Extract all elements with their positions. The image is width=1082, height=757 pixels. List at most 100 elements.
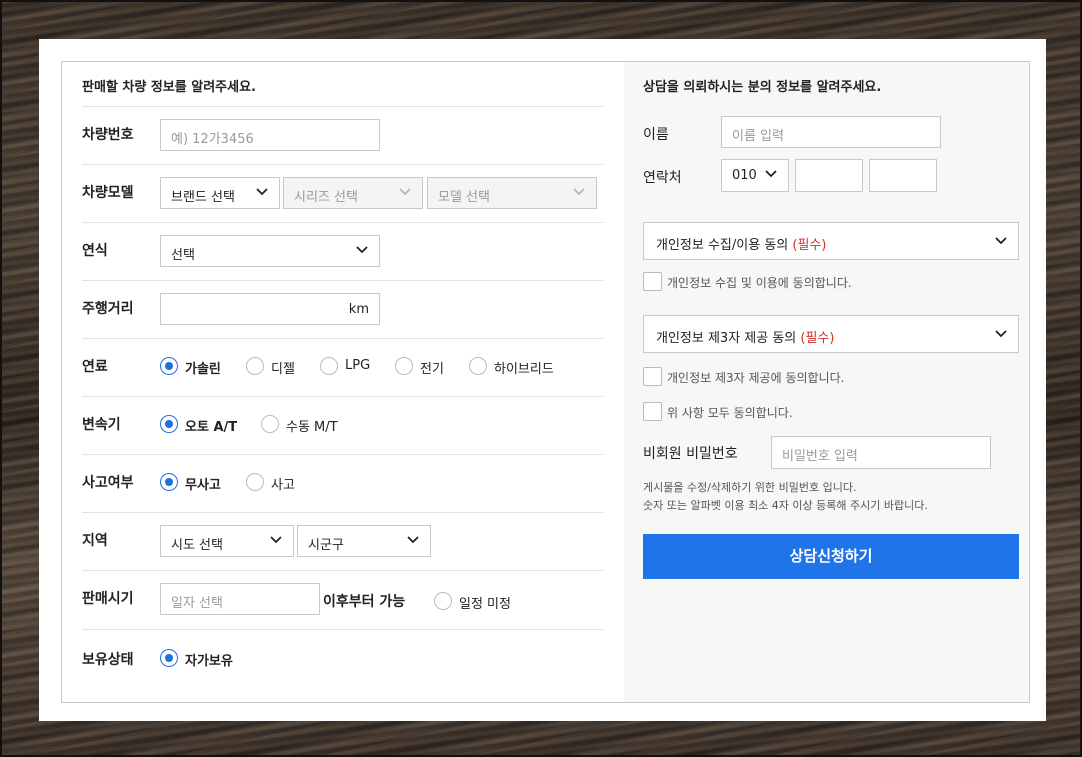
plate-placeholder: 예) 12가3456 <box>171 132 254 147</box>
sale-undecided-label: 일정 미정 <box>459 597 511 612</box>
chevron-down-icon <box>765 170 777 178</box>
divider <box>82 164 603 165</box>
sale-date-placeholder: 일자 선택 <box>171 596 223 611</box>
privacy-collect-title: 개인정보 수집/이용 동의 (필수) <box>656 234 826 253</box>
required-badge: (필수) <box>800 331 835 346</box>
name-label: 이름 <box>643 127 669 143</box>
password-label: 비회원 비밀번호 <box>643 446 738 462</box>
privacy-thirdparty-title-text: 개인정보 제3자 제공 동의 <box>656 331 797 346</box>
series-select-value: 시리즈 선택 <box>294 190 358 205</box>
sale-undecided-radio[interactable] <box>434 592 452 610</box>
privacy-collect-check-label: 개인정보 수집 및 이용에 동의합니다. <box>667 276 852 290</box>
plate-label: 차량번호 <box>82 127 134 143</box>
consult-form-panel: 판매할 차량 정보를 알려주세요. 차량번호 예) 12가3456 차량모델 브… <box>61 61 1030 703</box>
transmission-radio-auto[interactable] <box>160 415 178 433</box>
divider <box>82 280 603 281</box>
password-input[interactable]: 비밀번호 입력 <box>771 436 991 469</box>
contact-info-section: 상담을 의뢰하시는 분의 정보를 알려주세요. 이름 이름 입력 연락처 010… <box>624 62 1029 702</box>
model-select-value: 모델 선택 <box>438 190 490 205</box>
fuel-radio-hybrid[interactable] <box>469 357 487 375</box>
fuel-radio-lpg[interactable] <box>320 357 338 375</box>
divider <box>82 512 603 513</box>
password-note-1: 게시물을 수정/삭제하기 위한 비밀번호 입니다. <box>643 481 857 494</box>
fuel-radio-gasoline[interactable] <box>160 357 178 375</box>
accident-radio-none[interactable] <box>160 473 178 491</box>
phone-prefix-select[interactable]: 010 <box>721 159 789 192</box>
form-card: 판매할 차량 정보를 알려주세요. 차량번호 예) 12가3456 차량모델 브… <box>39 39 1046 721</box>
privacy-collect-checkbox[interactable] <box>643 272 662 291</box>
mileage-label: 주행거리 <box>82 301 134 317</box>
privacy-thirdparty-title: 개인정보 제3자 제공 동의 (필수) <box>656 327 835 346</box>
chevron-down-icon <box>270 536 282 544</box>
chevron-down-icon <box>995 237 1007 245</box>
ownership-label: 보유상태 <box>82 652 134 668</box>
accident-radio-yes[interactable] <box>246 473 264 491</box>
password-placeholder: 비밀번호 입력 <box>782 449 858 464</box>
divider <box>82 338 603 339</box>
transmission-option-label: 오토 A/T <box>185 420 238 435</box>
region-label: 지역 <box>82 533 108 549</box>
plate-input[interactable]: 예) 12가3456 <box>160 119 380 151</box>
name-placeholder: 이름 입력 <box>732 129 784 144</box>
fuel-option-label: 하이브리드 <box>494 362 554 377</box>
required-badge: (필수) <box>792 238 827 253</box>
fuel-option-label: 디젤 <box>271 362 295 377</box>
series-select[interactable]: 시리즈 선택 <box>283 177 423 209</box>
year-select[interactable]: 선택 <box>160 235 380 267</box>
agree-all-label: 위 사항 모두 동의합니다. <box>667 406 793 420</box>
sale-date-input[interactable]: 일자 선택 <box>160 583 320 615</box>
fuel-option-label: 전기 <box>420 362 444 377</box>
vehicle-info-section: 판매할 차량 정보를 알려주세요. 차량번호 예) 12가3456 차량모델 브… <box>62 62 623 702</box>
privacy-thirdparty-check-label: 개인정보 제3자 제공에 동의합니다. <box>667 371 845 385</box>
fuel-label: 연료 <box>82 359 108 375</box>
fuel-radio-diesel[interactable] <box>246 357 264 375</box>
brand-select[interactable]: 브랜드 선택 <box>160 177 280 209</box>
password-note-2: 숫자 또는 알파벳 이용 최소 4자 이상 등록해 주시기 바랍니다. <box>643 499 928 512</box>
phone-prefix-value: 010 <box>732 168 757 183</box>
chevron-down-icon <box>356 246 368 254</box>
vehicle-section-title: 판매할 차량 정보를 알려주세요. <box>82 80 256 95</box>
chevron-down-icon <box>573 188 585 195</box>
phone-last-input[interactable] <box>869 159 937 192</box>
chevron-down-icon <box>399 188 411 195</box>
brand-select-value: 브랜드 선택 <box>171 190 235 205</box>
mileage-input[interactable]: km <box>160 293 380 325</box>
sigungu-select-value: 시군구 <box>308 538 344 553</box>
divider <box>82 629 603 630</box>
ownership-option-label: 자가보유 <box>185 654 233 669</box>
phone-label: 연락처 <box>643 170 682 186</box>
privacy-collect-accordion[interactable]: 개인정보 수집/이용 동의 (필수) <box>643 222 1019 260</box>
submit-consult-button[interactable]: 상담신청하기 <box>643 534 1019 579</box>
accident-option-label: 무사고 <box>185 478 221 493</box>
fuel-option-label: 가솔린 <box>185 362 221 377</box>
fuel-radio-electric[interactable] <box>395 357 413 375</box>
sido-select[interactable]: 시도 선택 <box>160 525 294 557</box>
sale-after-text: 이후부터 가능 <box>323 594 406 610</box>
transmission-option-label: 수동 M/T <box>286 420 338 435</box>
year-label: 연식 <box>82 243 108 259</box>
model-label: 차량모델 <box>82 185 134 201</box>
transmission-radio-manual[interactable] <box>261 415 279 433</box>
sigungu-select[interactable]: 시군구 <box>297 525 431 557</box>
divider <box>82 570 603 571</box>
accident-label: 사고여부 <box>82 475 134 491</box>
divider <box>82 106 603 107</box>
sido-select-value: 시도 선택 <box>171 538 223 553</box>
privacy-thirdparty-accordion[interactable]: 개인정보 제3자 제공 동의 (필수) <box>643 315 1019 353</box>
fuel-option-label: LPG <box>345 358 371 373</box>
phone-middle-input[interactable] <box>795 159 863 192</box>
mileage-unit: km <box>348 302 369 317</box>
ownership-radio-own[interactable] <box>160 649 178 667</box>
year-select-value: 선택 <box>171 248 195 263</box>
chevron-down-icon <box>407 536 419 544</box>
accident-option-label: 사고 <box>271 478 295 493</box>
transmission-label: 변속기 <box>82 417 121 433</box>
name-input[interactable]: 이름 입력 <box>721 116 941 148</box>
agree-all-checkbox[interactable] <box>643 402 662 421</box>
privacy-thirdparty-checkbox[interactable] <box>643 367 662 386</box>
divider <box>82 454 603 455</box>
chevron-down-icon <box>995 330 1007 338</box>
sale-time-label: 판매시기 <box>82 591 134 607</box>
model-select[interactable]: 모델 선택 <box>427 177 597 209</box>
chevron-down-icon <box>256 188 268 196</box>
